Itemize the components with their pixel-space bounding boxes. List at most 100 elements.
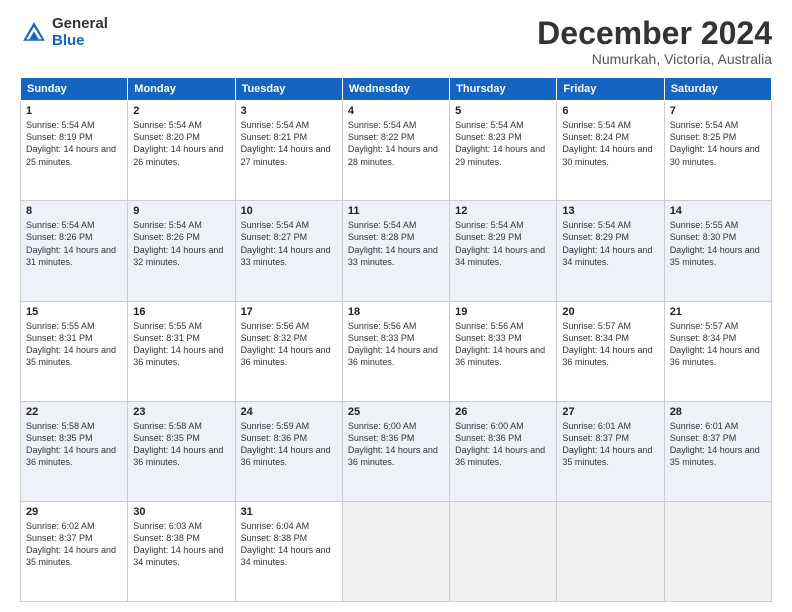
day-number: 7 <box>670 105 766 117</box>
calendar-cell: 16 Sunrise: 5:55 AMSunset: 8:31 PMDaylig… <box>128 301 235 401</box>
day-number: 22 <box>26 406 122 418</box>
calendar-row-4: 22 Sunrise: 5:58 AMSunset: 8:35 PMDaylig… <box>21 401 772 501</box>
day-number: 9 <box>133 205 229 217</box>
day-number: 1 <box>26 105 122 117</box>
calendar-cell: 1 Sunrise: 5:54 AMSunset: 8:19 PMDayligh… <box>21 101 128 201</box>
day-info: Sunrise: 5:55 AMSunset: 8:31 PMDaylight:… <box>26 321 116 367</box>
calendar-cell: 7 Sunrise: 5:54 AMSunset: 8:25 PMDayligh… <box>664 101 771 201</box>
day-info: Sunrise: 5:55 AMSunset: 8:30 PMDaylight:… <box>670 220 760 266</box>
day-number: 23 <box>133 406 229 418</box>
calendar-cell: 15 Sunrise: 5:55 AMSunset: 8:31 PMDaylig… <box>21 301 128 401</box>
calendar-cell: 11 Sunrise: 5:54 AMSunset: 8:28 PMDaylig… <box>342 201 449 301</box>
day-number: 15 <box>26 306 122 318</box>
location: Numurkah, Victoria, Australia <box>537 51 772 67</box>
day-info: Sunrise: 5:54 AMSunset: 8:28 PMDaylight:… <box>348 220 438 266</box>
day-info: Sunrise: 6:01 AMSunset: 8:37 PMDaylight:… <box>670 421 760 467</box>
calendar-cell: 10 Sunrise: 5:54 AMSunset: 8:27 PMDaylig… <box>235 201 342 301</box>
day-info: Sunrise: 6:00 AMSunset: 8:36 PMDaylight:… <box>455 421 545 467</box>
day-info: Sunrise: 6:04 AMSunset: 8:38 PMDaylight:… <box>241 521 331 567</box>
day-number: 18 <box>348 306 444 318</box>
day-info: Sunrise: 5:54 AMSunset: 8:26 PMDaylight:… <box>133 220 223 266</box>
col-sunday: Sunday <box>21 78 128 101</box>
day-info: Sunrise: 6:03 AMSunset: 8:38 PMDaylight:… <box>133 521 223 567</box>
col-monday: Monday <box>128 78 235 101</box>
day-number: 14 <box>670 205 766 217</box>
calendar-cell: 23 Sunrise: 5:58 AMSunset: 8:35 PMDaylig… <box>128 401 235 501</box>
day-number: 4 <box>348 105 444 117</box>
calendar-row-1: 1 Sunrise: 5:54 AMSunset: 8:19 PMDayligh… <box>21 101 772 201</box>
day-info: Sunrise: 5:54 AMSunset: 8:22 PMDaylight:… <box>348 120 438 166</box>
day-number: 24 <box>241 406 337 418</box>
day-number: 12 <box>455 205 551 217</box>
calendar-table: Sunday Monday Tuesday Wednesday Thursday… <box>20 77 772 602</box>
day-number: 25 <box>348 406 444 418</box>
calendar-cell: 6 Sunrise: 5:54 AMSunset: 8:24 PMDayligh… <box>557 101 664 201</box>
calendar-cell <box>557 501 664 601</box>
col-friday: Friday <box>557 78 664 101</box>
day-info: Sunrise: 5:54 AMSunset: 8:29 PMDaylight:… <box>455 220 545 266</box>
day-number: 29 <box>26 506 122 518</box>
day-info: Sunrise: 6:01 AMSunset: 8:37 PMDaylight:… <box>562 421 652 467</box>
day-info: Sunrise: 5:56 AMSunset: 8:32 PMDaylight:… <box>241 321 331 367</box>
day-number: 5 <box>455 105 551 117</box>
calendar-cell: 8 Sunrise: 5:54 AMSunset: 8:26 PMDayligh… <box>21 201 128 301</box>
day-info: Sunrise: 6:00 AMSunset: 8:36 PMDaylight:… <box>348 421 438 467</box>
day-info: Sunrise: 5:57 AMSunset: 8:34 PMDaylight:… <box>670 321 760 367</box>
day-info: Sunrise: 5:54 AMSunset: 8:27 PMDaylight:… <box>241 220 331 266</box>
day-info: Sunrise: 5:54 AMSunset: 8:19 PMDaylight:… <box>26 120 116 166</box>
day-info: Sunrise: 5:58 AMSunset: 8:35 PMDaylight:… <box>133 421 223 467</box>
day-number: 26 <box>455 406 551 418</box>
logo: General Blue <box>20 16 108 49</box>
day-number: 2 <box>133 105 229 117</box>
calendar-cell <box>450 501 557 601</box>
calendar-cell: 19 Sunrise: 5:56 AMSunset: 8:33 PMDaylig… <box>450 301 557 401</box>
calendar-header-row: Sunday Monday Tuesday Wednesday Thursday… <box>21 78 772 101</box>
day-info: Sunrise: 5:57 AMSunset: 8:34 PMDaylight:… <box>562 321 652 367</box>
calendar-cell: 3 Sunrise: 5:54 AMSunset: 8:21 PMDayligh… <box>235 101 342 201</box>
calendar-row-5: 29 Sunrise: 6:02 AMSunset: 8:37 PMDaylig… <box>21 501 772 601</box>
logo-blue-text: Blue <box>52 33 108 50</box>
calendar-cell: 25 Sunrise: 6:00 AMSunset: 8:36 PMDaylig… <box>342 401 449 501</box>
day-info: Sunrise: 5:54 AMSunset: 8:26 PMDaylight:… <box>26 220 116 266</box>
logo-general-text: General <box>52 16 108 33</box>
page: General Blue December 2024 Numurkah, Vic… <box>0 0 792 612</box>
calendar-cell: 27 Sunrise: 6:01 AMSunset: 8:37 PMDaylig… <box>557 401 664 501</box>
logo-text: General Blue <box>52 16 108 49</box>
day-number: 8 <box>26 205 122 217</box>
calendar-cell: 24 Sunrise: 5:59 AMSunset: 8:36 PMDaylig… <box>235 401 342 501</box>
day-info: Sunrise: 5:54 AMSunset: 8:23 PMDaylight:… <box>455 120 545 166</box>
calendar-cell: 14 Sunrise: 5:55 AMSunset: 8:30 PMDaylig… <box>664 201 771 301</box>
calendar-row-2: 8 Sunrise: 5:54 AMSunset: 8:26 PMDayligh… <box>21 201 772 301</box>
calendar-cell: 28 Sunrise: 6:01 AMSunset: 8:37 PMDaylig… <box>664 401 771 501</box>
calendar-cell: 9 Sunrise: 5:54 AMSunset: 8:26 PMDayligh… <box>128 201 235 301</box>
calendar-cell: 5 Sunrise: 5:54 AMSunset: 8:23 PMDayligh… <box>450 101 557 201</box>
calendar-cell: 31 Sunrise: 6:04 AMSunset: 8:38 PMDaylig… <box>235 501 342 601</box>
day-number: 21 <box>670 306 766 318</box>
day-info: Sunrise: 5:54 AMSunset: 8:29 PMDaylight:… <box>562 220 652 266</box>
day-number: 6 <box>562 105 658 117</box>
month-title: December 2024 <box>537 16 772 51</box>
calendar-cell: 18 Sunrise: 5:56 AMSunset: 8:33 PMDaylig… <box>342 301 449 401</box>
calendar-cell: 21 Sunrise: 5:57 AMSunset: 8:34 PMDaylig… <box>664 301 771 401</box>
calendar-cell: 22 Sunrise: 5:58 AMSunset: 8:35 PMDaylig… <box>21 401 128 501</box>
day-number: 17 <box>241 306 337 318</box>
col-saturday: Saturday <box>664 78 771 101</box>
day-number: 20 <box>562 306 658 318</box>
calendar-cell: 17 Sunrise: 5:56 AMSunset: 8:32 PMDaylig… <box>235 301 342 401</box>
day-number: 13 <box>562 205 658 217</box>
calendar-cell: 13 Sunrise: 5:54 AMSunset: 8:29 PMDaylig… <box>557 201 664 301</box>
calendar-row-3: 15 Sunrise: 5:55 AMSunset: 8:31 PMDaylig… <box>21 301 772 401</box>
calendar-cell <box>664 501 771 601</box>
calendar-cell: 4 Sunrise: 5:54 AMSunset: 8:22 PMDayligh… <box>342 101 449 201</box>
title-block: December 2024 Numurkah, Victoria, Austra… <box>537 16 772 67</box>
col-thursday: Thursday <box>450 78 557 101</box>
col-tuesday: Tuesday <box>235 78 342 101</box>
day-info: Sunrise: 5:54 AMSunset: 8:20 PMDaylight:… <box>133 120 223 166</box>
day-number: 19 <box>455 306 551 318</box>
day-info: Sunrise: 5:58 AMSunset: 8:35 PMDaylight:… <box>26 421 116 467</box>
day-info: Sunrise: 5:54 AMSunset: 8:21 PMDaylight:… <box>241 120 331 166</box>
calendar-cell: 26 Sunrise: 6:00 AMSunset: 8:36 PMDaylig… <box>450 401 557 501</box>
header: General Blue December 2024 Numurkah, Vic… <box>20 16 772 67</box>
day-number: 28 <box>670 406 766 418</box>
day-number: 3 <box>241 105 337 117</box>
